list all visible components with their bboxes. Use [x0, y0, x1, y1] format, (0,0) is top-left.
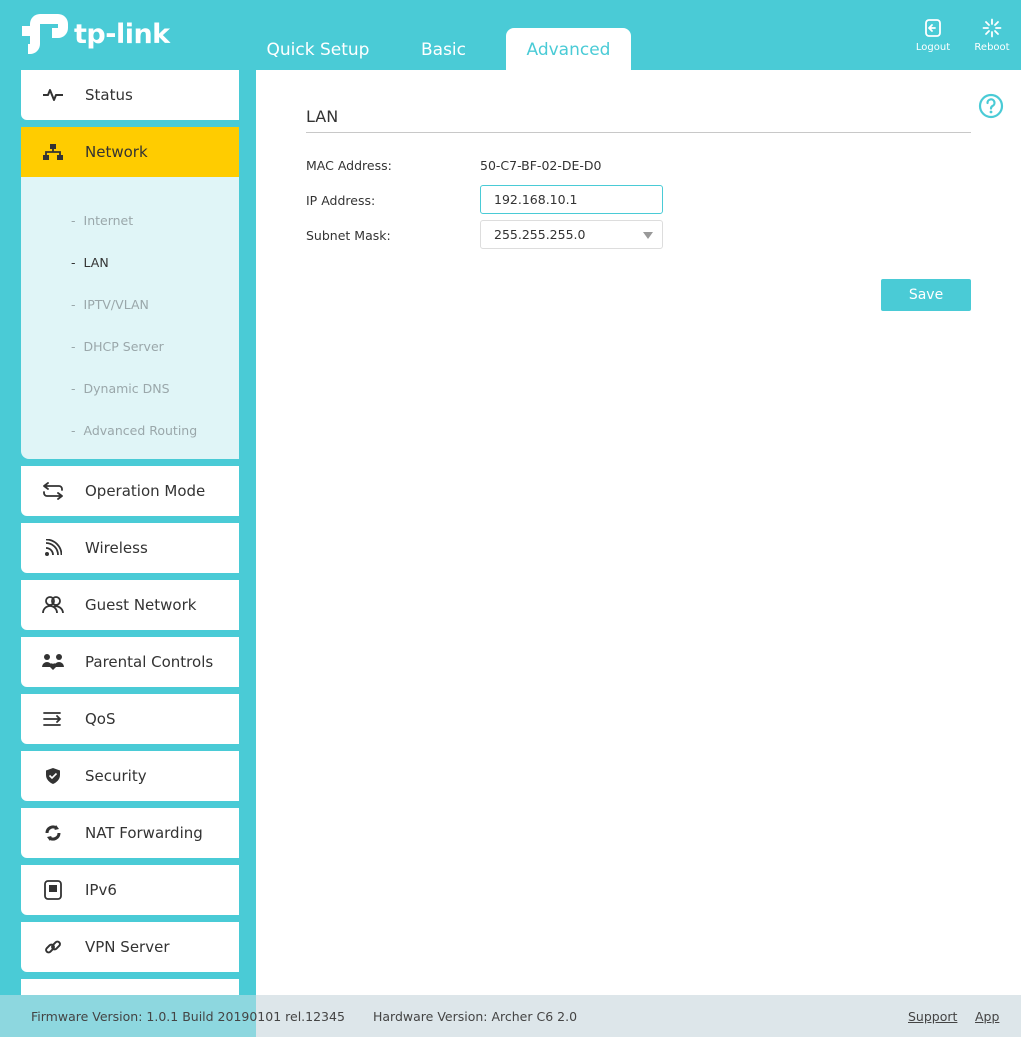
sidebar-item-label: Guest Network — [85, 596, 197, 614]
sidebar-item-security[interactable]: Security — [21, 751, 239, 801]
sidebar-item-network[interactable]: Network — [21, 127, 239, 177]
chevron-down-icon — [643, 232, 653, 239]
qos-icon — [21, 711, 85, 727]
brand-name: tp-link — [74, 18, 170, 50]
sidebar-item-label: Security — [85, 767, 147, 785]
sidebar-item-wireless[interactable]: Wireless — [21, 523, 239, 573]
main-content: LAN MAC Address: 50-C7-BF-02-DE-D0 IP Ad… — [256, 70, 1021, 995]
page-title: LAN — [306, 107, 339, 126]
main-tabs: Quick Setup Basic Advanced — [255, 28, 631, 70]
sidebar-item-label: IPv6 — [85, 881, 117, 899]
firmware-version: Firmware Version: 1.0.1 Build 20190101 r… — [31, 1009, 345, 1024]
sidebar-item-guest-network[interactable]: Guest Network — [21, 580, 239, 630]
nat-icon — [21, 824, 85, 842]
tp-link-logo[interactable]: tp-link — [20, 10, 170, 58]
footer: Firmware Version: 1.0.1 Build 20190101 r… — [0, 995, 1021, 1037]
shield-icon — [21, 767, 85, 785]
sidebar-item-qos[interactable]: QoS — [21, 694, 239, 744]
sidebar: Status Network - Internet - LAN - IPTV/VLAN… — [0, 70, 256, 995]
sidebar-item-label: Status — [85, 86, 133, 104]
help-button[interactable] — [978, 93, 1004, 123]
title-divider — [306, 132, 971, 133]
sidebar-item-operation-mode[interactable]: Operation Mode — [21, 466, 239, 516]
submenu-item-dynamic-dns[interactable]: - Dynamic DNS — [71, 381, 170, 396]
header: tp-link Quick Setup Basic Advanced Logou… — [0, 0, 1021, 70]
sidebar-item-parental-controls[interactable]: Parental Controls — [21, 637, 239, 687]
pulse-icon — [21, 87, 85, 103]
submenu-item-dhcp-server[interactable]: - DHCP Server — [71, 339, 164, 354]
guests-icon — [21, 596, 85, 614]
sidebar-item-label: QoS — [85, 710, 116, 728]
sidebar-item-nat-forwarding[interactable]: NAT Forwarding — [21, 808, 239, 858]
ipv6-icon — [21, 880, 85, 900]
submenu-item-iptv-vlan[interactable]: - IPTV/VLAN — [71, 297, 149, 312]
swap-icon — [21, 482, 85, 500]
network-submenu: - Internet - LAN - IPTV/VLAN - DHCP Server -… — [21, 177, 239, 459]
sidebar-item-ipv6[interactable]: IPv6 — [21, 865, 239, 915]
ip-address-label: IP Address: — [306, 193, 376, 208]
reboot-icon — [982, 18, 1002, 38]
subnet-mask-label: Subnet Mask: — [306, 228, 391, 243]
sidebar-item-vpn-server[interactable]: VPN Server — [21, 922, 239, 972]
sidebar-item-label: Operation Mode — [85, 482, 206, 500]
wireless-icon — [21, 539, 85, 557]
family-icon — [21, 653, 85, 671]
tab-advanced[interactable]: Advanced — [506, 28, 631, 70]
support-link[interactable]: Support — [908, 1009, 957, 1024]
submenu-item-internet[interactable]: - Internet — [71, 213, 133, 228]
link-icon — [21, 938, 85, 956]
mac-address-label: MAC Address: — [306, 158, 392, 173]
logout-icon — [925, 19, 941, 37]
sidebar-item-label: Wireless — [85, 539, 148, 557]
sidebar-item-label: Network — [85, 143, 148, 161]
reboot-label: Reboot — [974, 42, 1010, 53]
network-icon — [21, 143, 85, 161]
tp-link-logo-icon — [22, 14, 68, 54]
subnet-mask-select[interactable]: 255.255.255.0 — [480, 220, 663, 249]
subnet-mask-value: 255.255.255.0 — [494, 227, 586, 242]
tab-quick-setup[interactable]: Quick Setup — [255, 28, 381, 70]
submenu-item-lan[interactable]: - LAN — [71, 255, 109, 270]
tab-basic[interactable]: Basic — [381, 28, 506, 70]
reboot-button[interactable]: Reboot — [970, 18, 1014, 53]
hardware-version: Hardware Version: Archer C6 2.0 — [373, 1009, 578, 1024]
sidebar-item-label: Parental Controls — [85, 653, 214, 671]
mac-address-value: 50-C7-BF-02-DE-D0 — [480, 158, 602, 173]
ip-address-input[interactable] — [480, 185, 663, 214]
sidebar-item-partial[interactable] — [21, 979, 239, 995]
save-button[interactable]: Save — [881, 279, 971, 311]
sidebar-item-label: VPN Server — [85, 938, 170, 956]
help-icon — [978, 93, 1004, 119]
submenu-item-advanced-routing[interactable]: - Advanced Routing — [71, 423, 197, 438]
sidebar-item-status[interactable]: Status — [21, 70, 239, 120]
app-link[interactable]: App — [975, 1009, 999, 1024]
sidebar-item-label: NAT Forwarding — [85, 824, 203, 842]
logout-label: Logout — [915, 42, 951, 53]
logout-button[interactable]: Logout — [911, 18, 955, 53]
